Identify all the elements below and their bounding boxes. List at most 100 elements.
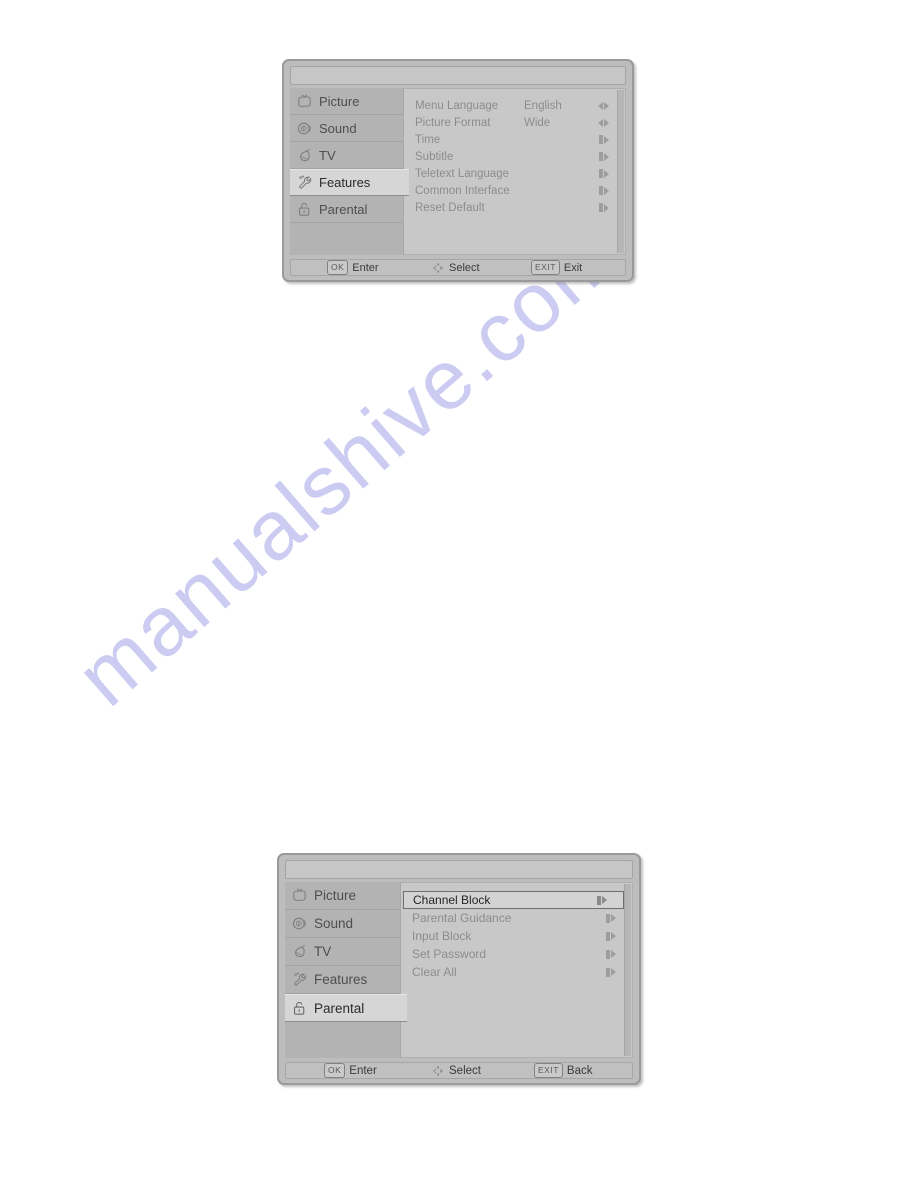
padlock-icon <box>294 1001 305 1015</box>
hint-label: Back <box>566 1064 593 1077</box>
speaker-icon <box>292 917 306 930</box>
options-pane: Channel Block Parental Guidance Input Bl… <box>401 882 633 1058</box>
option-label: Clear All <box>412 965 457 979</box>
hint-select: Select <box>431 262 480 274</box>
sidebar-menu: Picture Sound TV Features Parental <box>285 882 407 1058</box>
ok-key-icon: OK <box>324 1063 346 1078</box>
option-row-channel-block[interactable]: Channel Block <box>403 891 624 909</box>
hint-select: Select <box>431 1065 481 1077</box>
option-label: Set Password <box>412 947 487 961</box>
sidebar-item-label: Sound <box>314 916 354 931</box>
hint-back: EXIT Back <box>534 1063 592 1078</box>
osd-body: Picture Sound <box>285 882 633 1058</box>
option-row-time[interactable]: Time <box>404 131 625 148</box>
osd-body: Picture Sound <box>290 88 626 255</box>
sidebar-item-tv[interactable]: TV <box>290 142 403 169</box>
option-row-set-password[interactable]: Set Password <box>401 945 632 963</box>
enter-arrow-icon[interactable] <box>606 913 616 923</box>
sidebar-item-tv[interactable]: TV <box>285 938 400 966</box>
sidebar-item-features[interactable]: Features <box>290 169 409 196</box>
satellite-dish-icon <box>295 945 306 958</box>
padlock-icon <box>299 202 310 216</box>
sidebar-item-label: Parental <box>319 201 368 217</box>
option-label: Reset Default <box>415 201 485 214</box>
exit-key-icon: EXIT <box>531 260 560 275</box>
option-row-subtitle[interactable]: Subtitle <box>404 148 625 165</box>
osd-menu-features: Picture Sound TV Features Parental Menu … <box>282 59 634 282</box>
hint-label: Select <box>449 1064 481 1077</box>
hint-label: Exit <box>563 261 583 274</box>
option-row-menu-language[interactable]: Menu Language English <box>404 97 625 114</box>
sidebar-item-label: Picture <box>319 93 360 109</box>
dpad-icon <box>433 262 443 273</box>
left-right-arrow-icon[interactable] <box>598 118 609 127</box>
sidebar-item-sound[interactable]: Sound <box>290 115 403 142</box>
wrench-icon <box>299 175 312 189</box>
sidebar-item-features[interactable]: Features <box>285 966 400 994</box>
sidebar-item-sound[interactable]: Sound <box>285 910 400 938</box>
option-label: Menu Language <box>415 99 499 112</box>
enter-arrow-icon[interactable] <box>599 186 609 195</box>
enter-arrow-icon[interactable] <box>599 135 609 144</box>
option-label: Subtitle <box>415 150 454 163</box>
option-row-picture-format[interactable]: Picture Format Wide <box>404 114 625 131</box>
sidebar-item-parental[interactable]: Parental <box>290 196 403 223</box>
sidebar-item-picture[interactable]: Picture <box>290 88 403 115</box>
sidebar-item-label: Picture <box>314 888 357 903</box>
hint-label: Select <box>449 261 480 274</box>
option-row-parental-guidance[interactable]: Parental Guidance <box>401 909 632 927</box>
tv-picture-icon <box>293 888 306 901</box>
hint-enter: OK Enter <box>327 260 379 275</box>
option-label: Time <box>415 133 441 146</box>
sidebar-item-picture[interactable]: Picture <box>285 882 400 910</box>
osd-hint-bar: OK Enter Select EXIT Back <box>285 1062 633 1079</box>
osd-inner: Picture Sound <box>285 860 633 1079</box>
hint-enter: OK Enter <box>324 1063 377 1078</box>
option-row-common-interface[interactable]: Common Interface <box>404 182 625 199</box>
sidebar-item-label: Parental <box>314 1000 365 1016</box>
enter-arrow-icon[interactable] <box>599 152 609 161</box>
sidebar-item-label: TV <box>319 147 336 163</box>
option-row-input-block[interactable]: Input Block <box>401 927 632 945</box>
option-value: Wide <box>524 116 551 129</box>
wrench-icon <box>294 972 307 986</box>
enter-arrow-icon[interactable] <box>597 895 607 905</box>
option-row-teletext-language[interactable]: Teletext Language <box>404 165 625 182</box>
hint-label: Enter <box>352 261 379 274</box>
speaker-icon <box>297 122 311 134</box>
osd-title-bar <box>285 860 633 879</box>
sidebar-item-label: Sound <box>319 120 357 136</box>
sidebar-item-label: Features <box>319 175 371 190</box>
dpad-icon <box>433 1065 443 1076</box>
option-row-reset-default[interactable]: Reset Default <box>404 199 625 216</box>
osd-hint-bar: OK Enter Select EXIT Exit <box>290 259 626 276</box>
sidebar-item-label: TV <box>314 944 332 959</box>
osd-inner: Picture Sound <box>290 66 626 276</box>
satellite-dish-icon <box>300 148 311 161</box>
option-label: Channel Block <box>413 893 491 907</box>
left-right-arrow-icon[interactable] <box>598 101 609 110</box>
osd-menu-parental: Picture Sound TV Features Parental Chann… <box>277 853 641 1085</box>
enter-arrow-icon[interactable] <box>606 949 616 959</box>
tv-picture-icon <box>298 93 311 107</box>
option-label: Teletext Language <box>415 167 509 180</box>
enter-arrow-icon[interactable] <box>606 967 616 977</box>
options-pane: Menu Language English Picture Format Wid… <box>404 88 626 255</box>
enter-arrow-icon[interactable] <box>599 169 609 178</box>
option-label: Common Interface <box>415 184 510 197</box>
ok-key-icon: OK <box>327 260 349 275</box>
osd-title-bar <box>290 66 626 85</box>
option-label: Picture Format <box>415 116 491 129</box>
sidebar-filler <box>285 1022 400 1058</box>
option-label: Parental Guidance <box>412 911 512 925</box>
sidebar-item-parental[interactable]: Parental <box>285 994 407 1022</box>
hint-label: Enter <box>349 1064 377 1077</box>
option-row-clear-all[interactable]: Clear All <box>401 963 632 981</box>
enter-arrow-icon[interactable] <box>599 203 609 212</box>
sidebar-filler <box>290 223 403 255</box>
sidebar-menu: Picture Sound TV Features Parental <box>290 88 409 255</box>
option-value: English <box>524 99 562 112</box>
enter-arrow-icon[interactable] <box>606 931 616 941</box>
hint-exit: EXIT Exit <box>531 260 582 275</box>
sidebar-item-label: Features <box>314 972 368 987</box>
